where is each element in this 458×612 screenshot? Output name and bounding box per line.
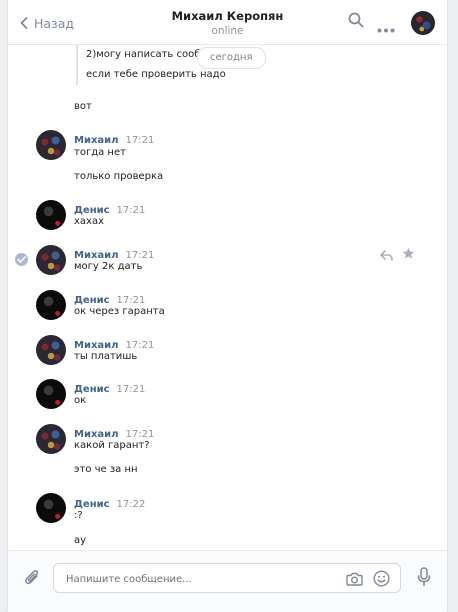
message-text: какой гарант? (74, 440, 150, 451)
message-text: ты платишь (74, 351, 138, 362)
star-icon (402, 247, 415, 259)
online-status: online (211, 25, 244, 37)
back-label: Назад (34, 15, 75, 31)
message-time: 17:21 (116, 205, 146, 216)
chevron-left-icon (20, 17, 28, 29)
message-composer (8, 550, 447, 612)
camera-button[interactable] (346, 571, 363, 590)
more-dots-icon (377, 28, 395, 33)
search-button[interactable] (348, 12, 364, 32)
message-text: только проверка (74, 171, 164, 182)
message-text: хахах (74, 216, 105, 227)
paperclip-icon (25, 570, 39, 585)
reply-icon (380, 250, 393, 261)
message-text: ок через гаранта (74, 306, 165, 317)
chat-title-block[interactable]: Михаил Керопян online (128, 8, 327, 39)
message-text: тогда нет (74, 147, 126, 158)
message-text: вот (74, 101, 92, 112)
avatar[interactable] (36, 200, 66, 230)
more-button[interactable] (377, 18, 395, 37)
chat-panel: Назад Михаил Керопян online 2)могу напис… (7, 0, 448, 612)
message-time: 17:21 (116, 384, 146, 395)
camera-icon (346, 572, 363, 586)
emoji-button[interactable] (373, 570, 390, 591)
back-button[interactable]: Назад (20, 13, 74, 33)
chat-title: Михаил Керопян (171, 9, 284, 23)
message-time: 17:21 (125, 135, 155, 146)
header-avatar[interactable] (411, 11, 435, 35)
message-history[interactable]: 2)могу написать сообщение от ге если теб… (8, 45, 447, 550)
favorite-button[interactable] (402, 245, 415, 264)
message-time: 17:22 (116, 499, 146, 510)
avatar[interactable] (36, 335, 66, 365)
message-input-box (53, 563, 401, 593)
avatar[interactable] (36, 130, 66, 160)
search-icon (348, 12, 364, 28)
reply-button[interactable] (380, 246, 393, 265)
avatar[interactable] (36, 424, 66, 454)
voice-message-button[interactable] (417, 567, 431, 591)
avatar[interactable] (36, 379, 66, 409)
chat-header: Назад Михаил Керопян online (8, 0, 447, 45)
emoji-icon (373, 570, 390, 587)
avatar[interactable] (36, 245, 66, 275)
message-text: ау (74, 535, 87, 546)
date-divider: сегодня (197, 47, 266, 69)
avatar[interactable] (36, 493, 66, 523)
microphone-icon (417, 567, 431, 587)
message-text: могу 2к дать (74, 261, 143, 272)
message-text: это че за нн (74, 464, 138, 475)
select-message-checkbox[interactable] (15, 253, 28, 266)
message-input[interactable] (64, 570, 338, 588)
message-text: ок (74, 395, 87, 406)
avatar[interactable] (36, 290, 66, 320)
checkmark-icon (17, 256, 26, 263)
attach-button[interactable] (24, 568, 40, 590)
message-header: Денис 17:22 (74, 495, 145, 512)
message-text: :? (74, 510, 83, 521)
author-name[interactable]: Михаил (74, 135, 119, 146)
